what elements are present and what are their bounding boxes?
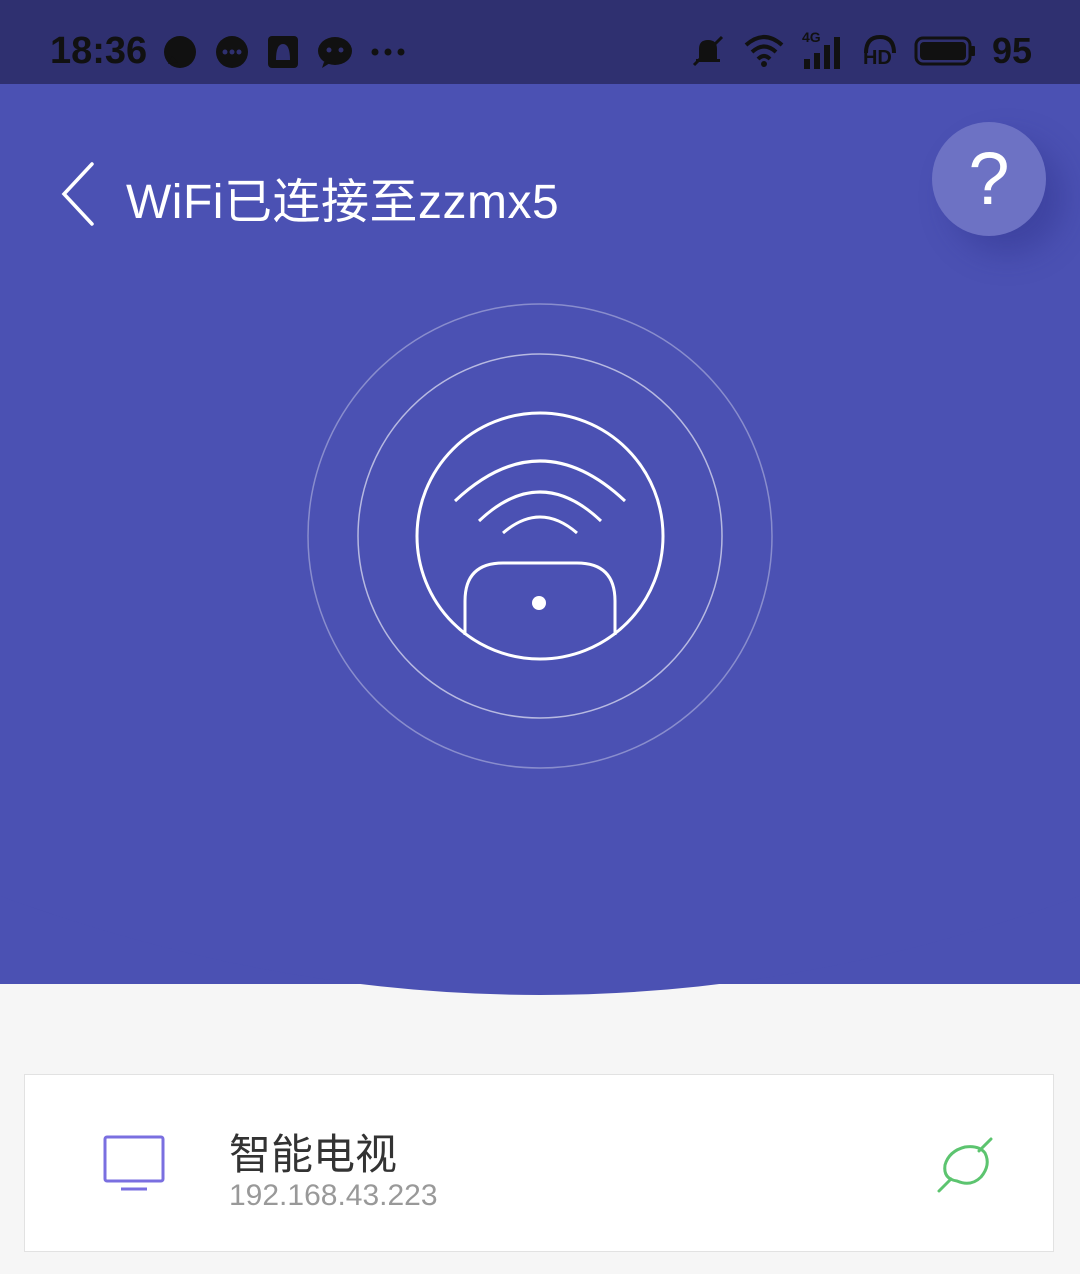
mute-icon [692,35,724,67]
tv-icon [103,1135,165,1191]
wifi-wave-small [502,515,578,535]
hd-label: HD [862,47,892,69]
signal-4g-icon: 4G [802,29,846,69]
help-button[interactable]: ? [932,122,1046,236]
hero-curve [0,884,1080,995]
status-bar: 18:36 4G HD 95 [0,0,1080,84]
status-time: 18:36 [50,30,148,72]
wifi-wave-large [453,459,627,503]
device-name: 智能电视 [229,1131,398,1178]
help-label: ? [968,137,1010,220]
middle-ring [357,353,723,719]
message-icon [164,36,196,68]
inner-ring [415,411,665,661]
chat-icon [216,36,248,68]
back-button[interactable] [56,160,100,228]
battery-icon [914,36,975,66]
router-light [532,596,546,610]
notification-icon [268,36,298,68]
router-illustration [307,303,773,769]
outer-ring [307,303,773,769]
status-right-icons: 4G HD 95 [690,29,1032,72]
device-card[interactable]: 智能电视 192.168.43.223 [24,1074,1054,1252]
device-ip: 192.168.43.223 [229,1179,438,1212]
link-icon[interactable] [935,1135,995,1195]
wifi-icon [744,35,784,67]
page-title: WiFi已连接至zzmx5 [126,176,560,229]
more-icon [371,48,405,56]
hd-icon: HD [862,33,898,69]
status-left-icons [162,34,406,70]
wechat-icon [318,37,352,68]
battery-level: 95 [991,30,1032,71]
